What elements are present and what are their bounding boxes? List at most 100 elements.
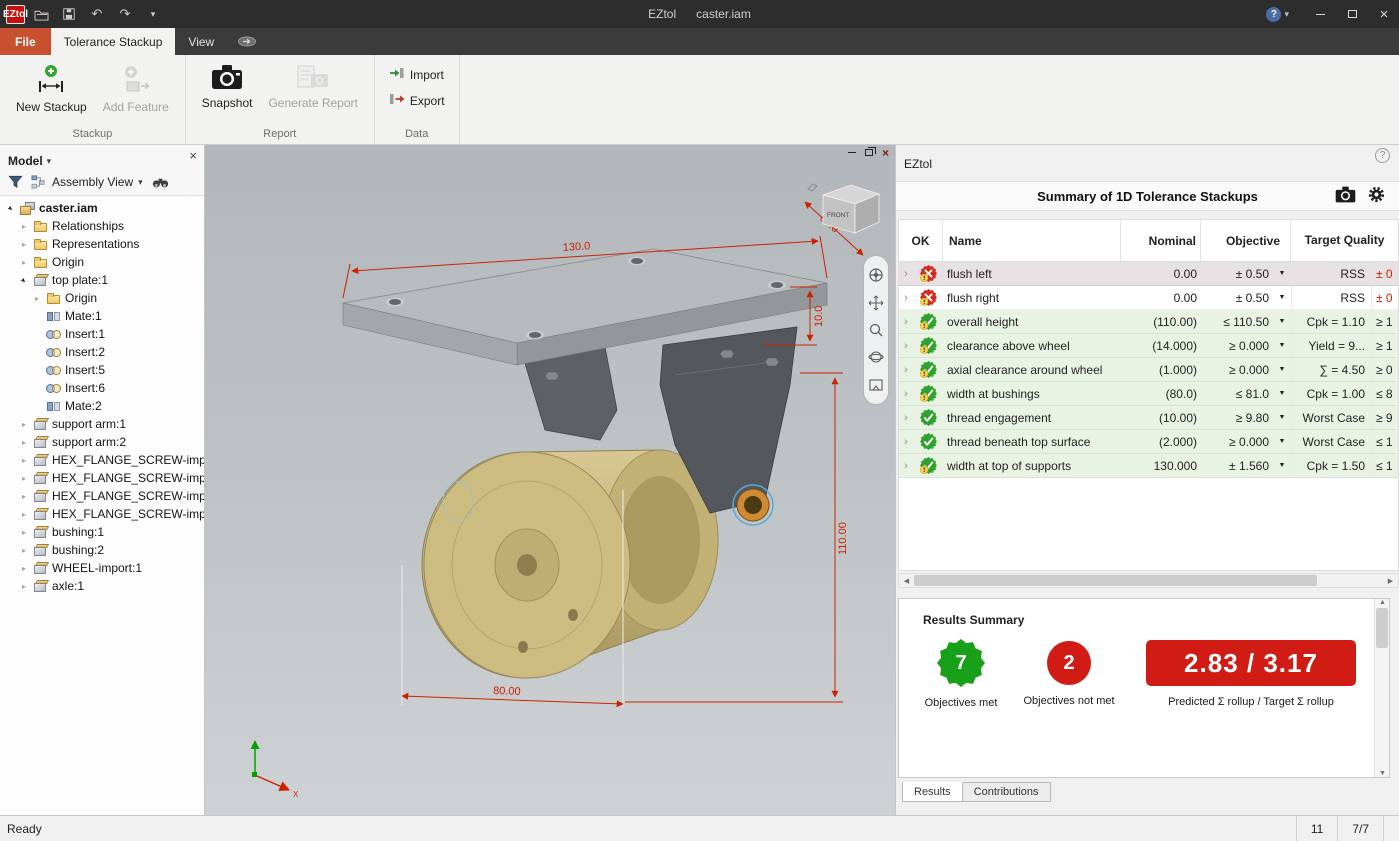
objective-dropdown-icon[interactable]: ▼ [1273, 382, 1291, 405]
tree-item[interactable]: ▸bushing:2 [0, 541, 204, 559]
viewport-3d-scene[interactable]: 130.0 65.0 110.00 10.0 80.00 FRONT [205, 145, 895, 815]
tree-item[interactable]: ▸Origin [0, 253, 204, 271]
add-feature-button[interactable]: Add Feature [97, 60, 175, 119]
snapshot-button[interactable]: Snapshot [196, 60, 259, 115]
expand-arrow-icon[interactable]: ▸ [31, 294, 43, 303]
scrollbar-thumb[interactable] [914, 575, 1317, 586]
tab-results[interactable]: Results [902, 782, 963, 802]
objective-dropdown-icon[interactable]: ▼ [1273, 310, 1291, 333]
minimize-button[interactable] [1305, 0, 1335, 28]
save-icon[interactable] [60, 5, 78, 23]
objective-dropdown-icon[interactable]: ▼ [1273, 286, 1291, 309]
tree-item[interactable]: ▸caster.iam [0, 199, 204, 217]
row-expander-icon[interactable]: › [899, 286, 913, 309]
tree-item[interactable]: ▸support arm:1 [0, 415, 204, 433]
tree-item[interactable]: Insert:2 [0, 343, 204, 361]
tab-file[interactable]: File [0, 28, 51, 55]
close-button[interactable]: × [1369, 0, 1399, 28]
view-selector[interactable]: Assembly View [52, 175, 133, 189]
pan-icon[interactable] [868, 295, 884, 311]
maximize-button[interactable] [1337, 0, 1367, 28]
viewcube-home-icon[interactable] [808, 184, 817, 191]
tree-item[interactable]: ▸Origin [0, 289, 204, 307]
row-expander-icon[interactable]: › [899, 382, 913, 405]
table-horizontal-scrollbar[interactable]: ◀ ▶ [898, 573, 1399, 588]
tab-addin[interactable] [227, 28, 267, 55]
scroll-right-icon[interactable]: ▶ [1383, 574, 1398, 587]
tree-item[interactable]: Insert:6 [0, 379, 204, 397]
tree-item[interactable]: ▸Relationships [0, 217, 204, 235]
expand-arrow-icon[interactable]: ▸ [18, 582, 30, 591]
filter-icon[interactable] [6, 174, 24, 190]
expand-arrow-icon[interactable]: ▸ [18, 456, 30, 465]
zoom-icon[interactable] [868, 322, 884, 338]
viewport[interactable]: 130.0 65.0 110.00 10.0 80.00 FRONT [205, 145, 895, 815]
generate-report-button[interactable]: Generate Report [262, 60, 363, 115]
open-folder-icon[interactable] [32, 5, 50, 23]
objective-dropdown-icon[interactable]: ▼ [1273, 430, 1291, 453]
scroll-down-icon[interactable]: ▼ [1375, 770, 1390, 777]
browser-title-caret-icon[interactable]: ▾ [47, 156, 52, 167]
expand-arrow-icon[interactable]: ▸ [18, 528, 30, 537]
stackup-row[interactable]: ›clearance above wheel(14.000)≥ 0.000▼Yi… [899, 334, 1398, 358]
find-binoculars-icon[interactable] [152, 174, 170, 190]
objective-dropdown-icon[interactable]: ▼ [1273, 262, 1291, 285]
stackup-row[interactable]: ›flush right0.00± 0.50▼RSS± 0 [899, 286, 1398, 310]
stackup-row[interactable]: ›thread beneath top surface(2.000)≥ 0.00… [899, 430, 1398, 454]
expand-arrow-icon[interactable]: ▸ [18, 222, 30, 231]
tree-item[interactable]: ▸top plate:1 [0, 271, 204, 289]
scrollbar-track[interactable] [914, 574, 1383, 587]
stackup-row[interactable]: ›width at top of supports130.000± 1.560▼… [899, 454, 1398, 478]
expand-arrow-icon[interactable]: ▸ [18, 510, 30, 519]
help-caret-icon[interactable]: ▾ [1284, 9, 1289, 20]
tree-item[interactable]: Mate:1 [0, 307, 204, 325]
tree-item[interactable]: ▸HEX_FLANGE_SCREW-import:1 [0, 451, 204, 469]
tab-contributions[interactable]: Contributions [962, 782, 1051, 802]
stackup-row[interactable]: ›width at bushings(80.0)≤ 81.0▼Cpk = 1.0… [899, 382, 1398, 406]
expand-arrow-icon[interactable]: ▸ [18, 420, 30, 429]
expand-arrow-icon[interactable]: ▸ [18, 438, 30, 447]
doc-restore-icon[interactable] [865, 149, 873, 156]
tree-item[interactable]: ▸HEX_FLANGE_SCREW-import:2 [0, 469, 204, 487]
row-expander-icon[interactable]: › [899, 406, 913, 429]
scrollbar-track[interactable] [1375, 606, 1389, 770]
help-menu[interactable]: ? ▾ [1266, 7, 1289, 22]
row-expander-icon[interactable]: › [899, 334, 913, 357]
stackup-row[interactable]: ›thread engagement(10.00)≥ 9.80▼Worst Ca… [899, 406, 1398, 430]
tab-tolerance-stackup[interactable]: Tolerance Stackup [51, 28, 176, 55]
stackup-row[interactable]: ›overall height(110.00)≤ 110.50▼Cpk = 1.… [899, 310, 1398, 334]
tree-item[interactable]: Mate:2 [0, 397, 204, 415]
view-hierarchy-icon[interactable] [29, 174, 47, 190]
row-expander-icon[interactable]: › [899, 454, 913, 477]
view-cube[interactable]: FRONT [808, 184, 879, 233]
tree-item[interactable]: ▸bushing:1 [0, 523, 204, 541]
doc-close-icon[interactable]: × [882, 146, 889, 160]
quick-access-caret-icon[interactable]: ▾ [144, 5, 162, 23]
tree-item[interactable]: Insert:5 [0, 361, 204, 379]
tree-item[interactable]: ▸support arm:2 [0, 433, 204, 451]
export-button[interactable]: Export [385, 91, 449, 110]
look-at-icon[interactable] [868, 377, 884, 393]
stackup-row[interactable]: ›flush left0.00± 0.50▼RSS± 0 [899, 262, 1398, 286]
row-expander-icon[interactable]: › [899, 430, 913, 453]
import-button[interactable]: Import [385, 65, 448, 84]
row-expander-icon[interactable]: › [899, 358, 913, 381]
browser-close-icon[interactable]: × [189, 148, 197, 163]
results-vertical-scrollbar[interactable]: ▲ ▼ [1374, 599, 1389, 777]
tree-item[interactable]: ▸Representations [0, 235, 204, 253]
expand-arrow-icon[interactable]: ▸ [18, 564, 30, 573]
expand-arrow-icon[interactable]: ▸ [18, 492, 30, 501]
expand-arrow-icon[interactable]: ▸ [18, 546, 30, 555]
doc-minimize-icon[interactable] [848, 152, 856, 153]
objective-dropdown-icon[interactable]: ▼ [1273, 454, 1291, 477]
tree-item[interactable]: ▸HEX_FLANGE_SCREW-import:4 [0, 505, 204, 523]
expand-arrow-icon[interactable]: ▸ [18, 240, 30, 249]
orbit-icon[interactable] [868, 349, 884, 365]
undo-icon[interactable]: ↶ [88, 5, 106, 23]
settings-gear-icon[interactable] [1367, 185, 1386, 207]
objective-dropdown-icon[interactable]: ▼ [1273, 406, 1291, 429]
navigation-wheel-icon[interactable] [868, 267, 884, 283]
view-selector-caret-icon[interactable]: ▾ [138, 177, 143, 188]
tab-view[interactable]: View [175, 28, 227, 55]
scroll-up-icon[interactable]: ▲ [1375, 599, 1390, 606]
